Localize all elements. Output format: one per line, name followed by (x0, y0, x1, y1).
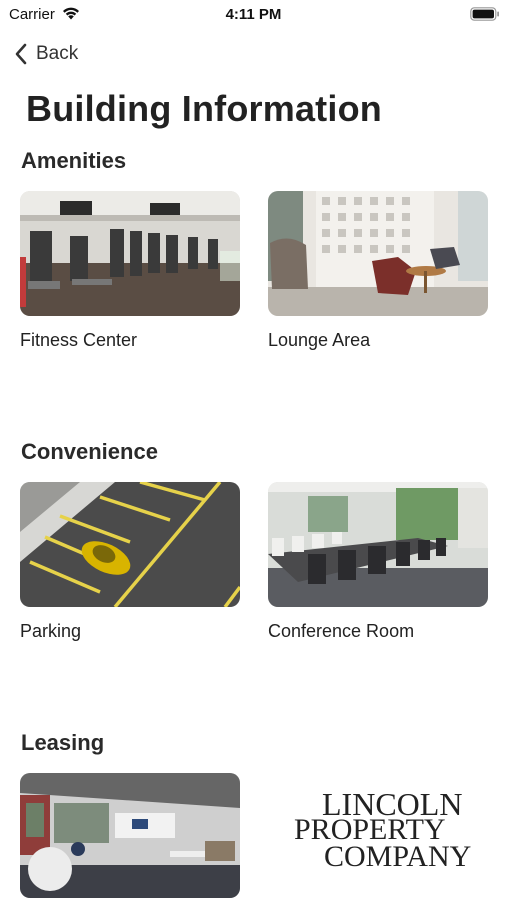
card-lounge-area[interactable]: Lounge Area (268, 191, 488, 351)
card-conference-room[interactable]: Conference Room (268, 482, 488, 642)
status-time: 4:11 PM (225, 6, 282, 23)
card-fitness-center[interactable]: Fitness Center (20, 191, 240, 351)
card-label: Lounge Area (268, 330, 371, 350)
card-label: Conference Room (268, 621, 415, 641)
chevron-left-icon (15, 43, 27, 65)
card-parking[interactable]: Parking (20, 482, 240, 642)
parking-image (20, 482, 240, 607)
back-button[interactable]: Back (14, 40, 78, 68)
battery-icon (470, 7, 499, 21)
section-title-convenience: Convenience (21, 439, 158, 464)
card-leasing-office[interactable] (20, 773, 240, 898)
conference-room-image (268, 482, 488, 607)
page-title: Building Information (26, 88, 382, 129)
card-label: Fitness Center (20, 330, 138, 350)
section-title-amenities: Amenities (21, 148, 127, 173)
back-label: Back (36, 43, 79, 64)
section-title-leasing: Leasing (21, 730, 105, 755)
card-label: Parking (20, 621, 82, 641)
lounge-area-image (268, 191, 488, 316)
status-bar: Carrier 4:11 PM (0, 0, 507, 28)
leasing-office-image (20, 773, 240, 898)
fitness-center-image (20, 191, 240, 316)
company-logo: LINCOLN PROPERTY COMPANY (294, 786, 472, 873)
